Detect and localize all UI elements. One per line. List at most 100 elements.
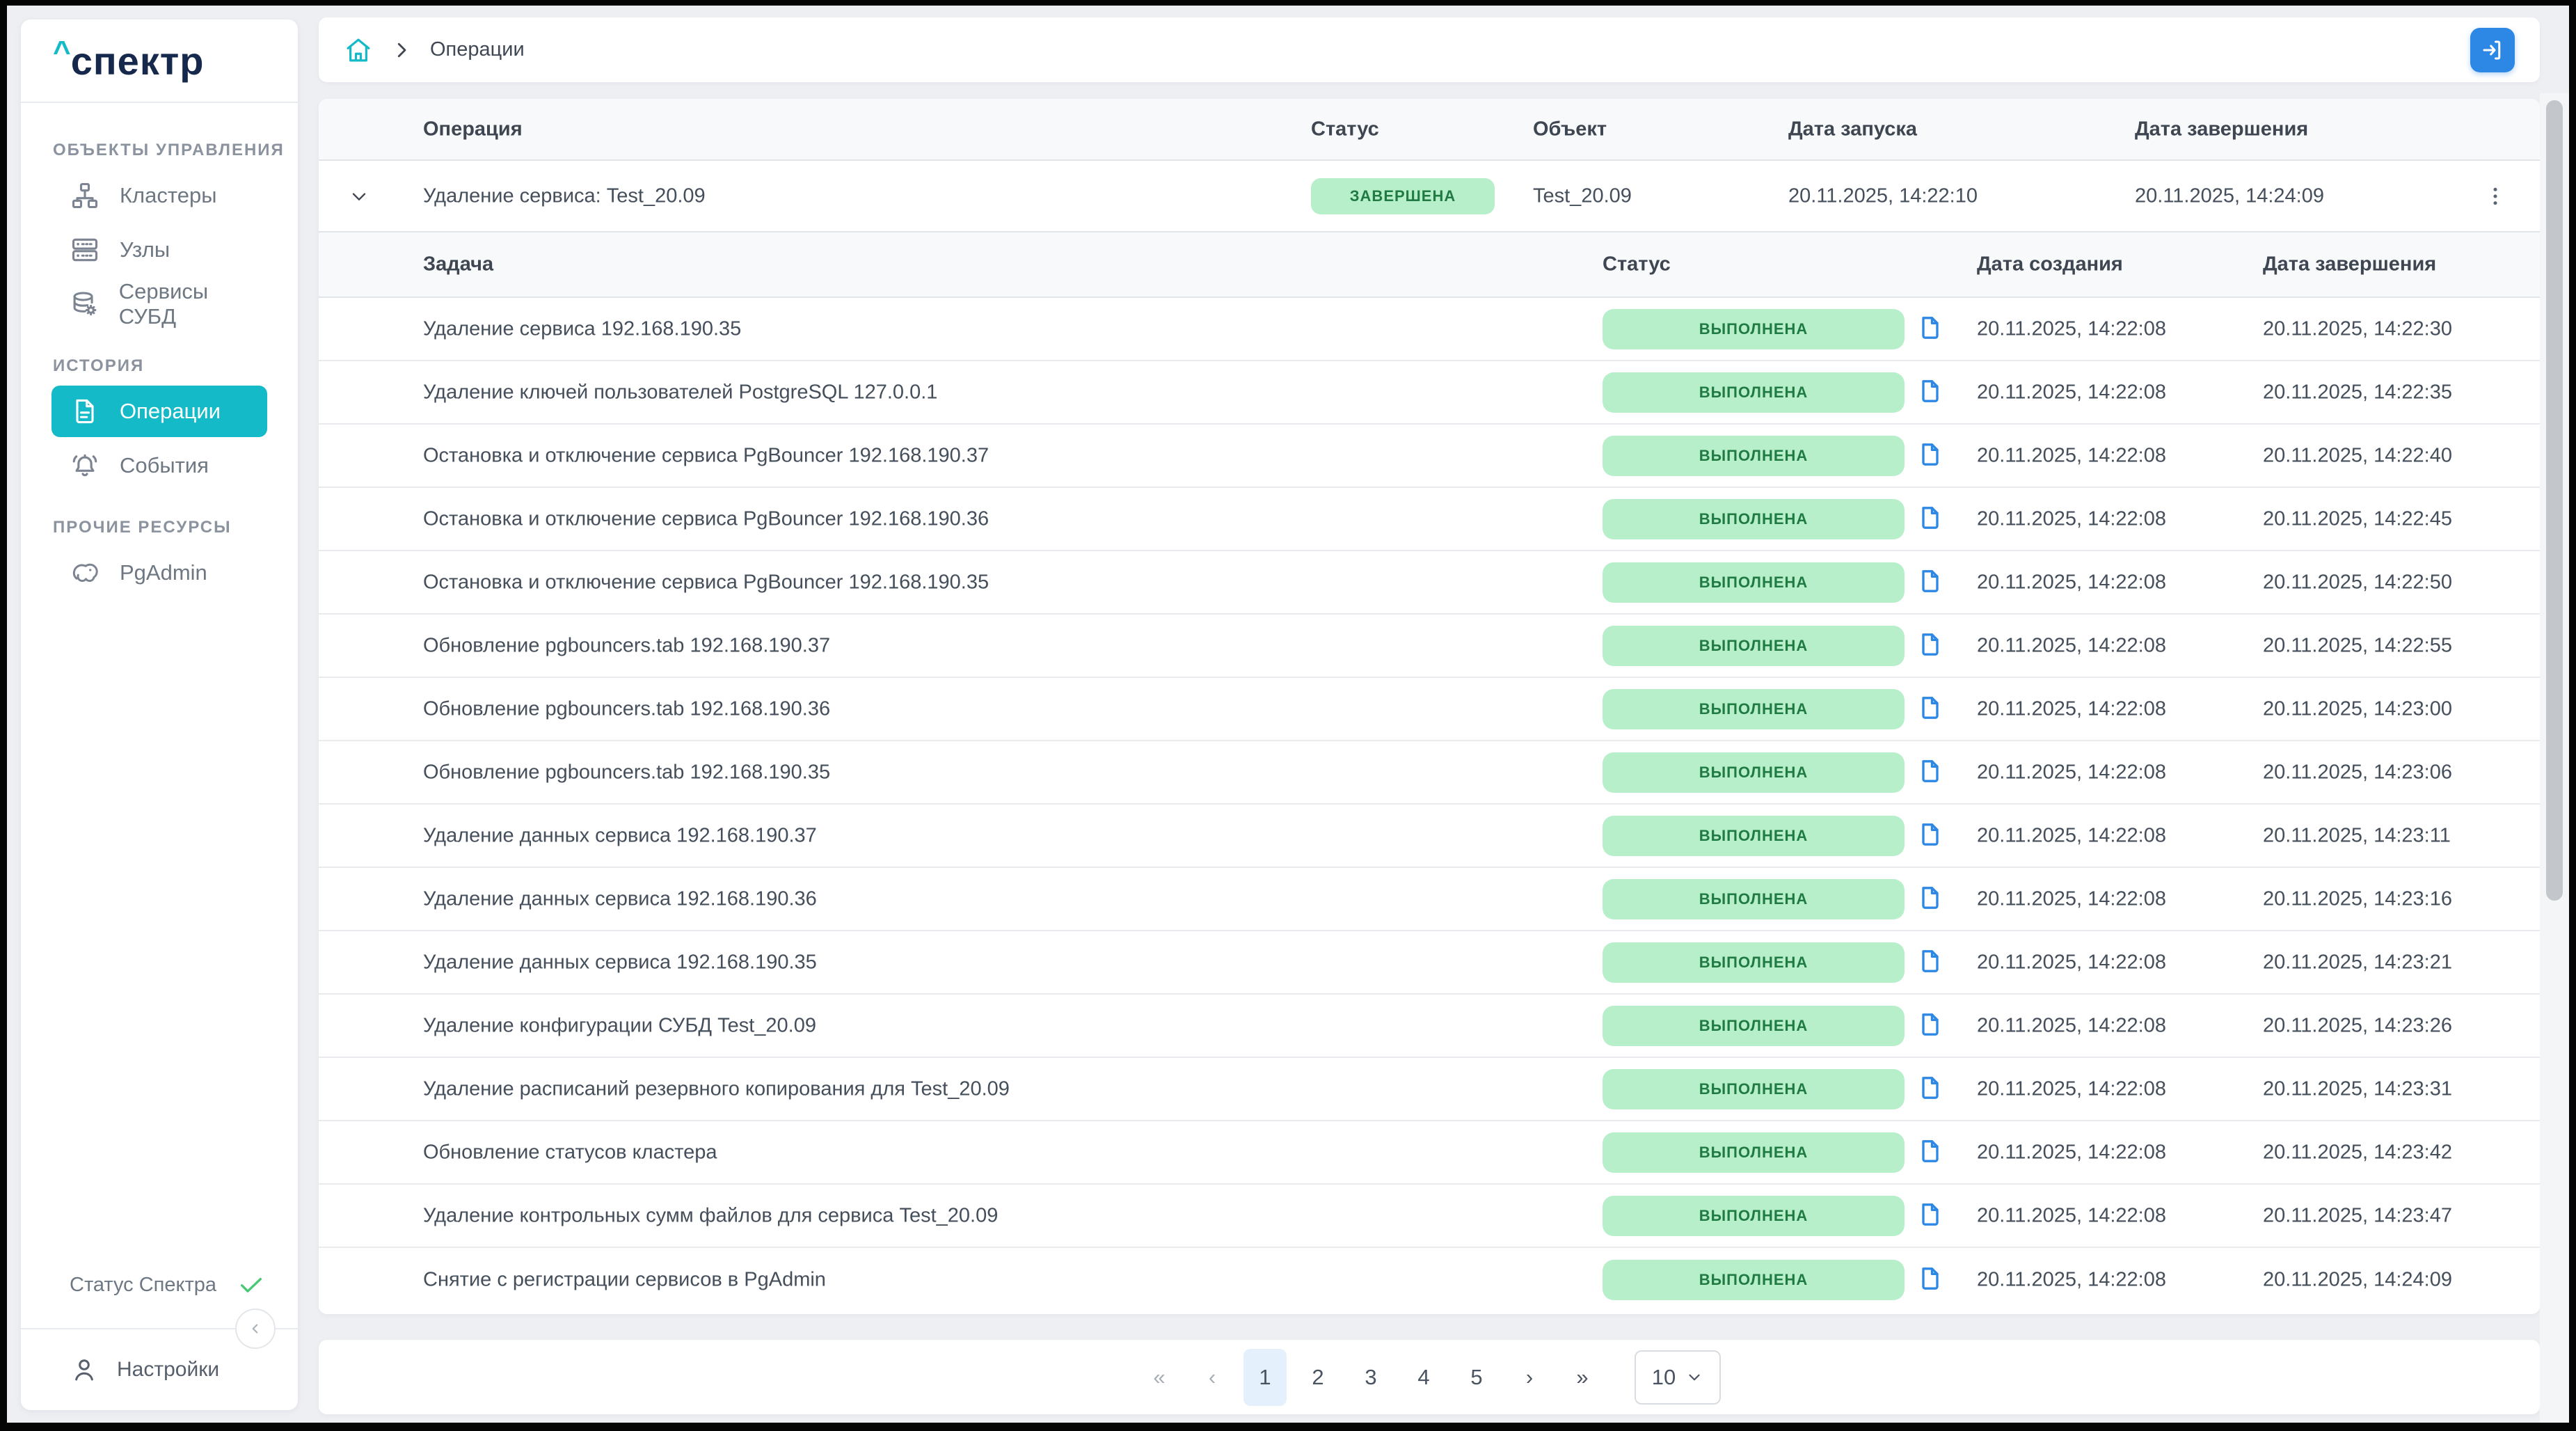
scrollbar-thumb[interactable] xyxy=(2546,100,2563,901)
task-row: Обновление pgbouncers.tab 192.168.190.36… xyxy=(319,678,2540,741)
collapse-operation-button[interactable] xyxy=(348,182,376,210)
task-finished-date: 20.11.2025, 14:23:21 xyxy=(2263,951,2452,974)
logout-button[interactable] xyxy=(2470,28,2515,72)
task-created-date: 20.11.2025, 14:22:08 xyxy=(1977,761,2166,784)
task-status-badge: ВЫПОЛНЕНА xyxy=(1603,499,1905,539)
task-status-badge: ВЫПОЛНЕНА xyxy=(1603,1260,1905,1300)
pagination-pages: 1 2 3 4 5 xyxy=(1243,1349,1498,1406)
task-status-badge: ВЫПОЛНЕНА xyxy=(1603,562,1905,603)
sidebar-item-nodes[interactable]: Узлы xyxy=(51,224,267,276)
col-header-task: Задача xyxy=(423,253,493,276)
operation-status-badge: ЗАВЕРШЕНА xyxy=(1311,178,1495,214)
logo-caret-icon: ^ xyxy=(53,35,71,70)
task-log-file-icon[interactable] xyxy=(1916,504,1944,535)
pagination: « ‹ 1 2 3 4 5 › » 10 xyxy=(1138,1349,1721,1406)
task-log-file-icon[interactable] xyxy=(1916,567,1944,598)
sidebar-item-operations[interactable]: Операции xyxy=(51,386,267,437)
task-finished-date: 20.11.2025, 14:23:31 xyxy=(2263,1077,2452,1100)
operation-menu-button[interactable] xyxy=(2483,181,2513,212)
task-log-file-icon[interactable] xyxy=(1916,821,1944,851)
task-log-file-icon[interactable] xyxy=(1916,947,1944,978)
task-status-badge: ВЫПОЛНЕНА xyxy=(1603,689,1905,729)
sidebar-item-label: Операции xyxy=(120,399,221,424)
pagination-last-button[interactable]: » xyxy=(1561,1349,1604,1406)
sidebar-item-db-services[interactable]: Сервисы СУБД xyxy=(51,278,267,330)
sidebar-item-events[interactable]: События xyxy=(51,440,267,491)
task-created-date: 20.11.2025, 14:22:08 xyxy=(1977,887,2166,910)
pagination-page[interactable]: 3 xyxy=(1349,1349,1392,1406)
home-icon[interactable] xyxy=(344,35,373,65)
sidebar-item-clusters[interactable]: Кластеры xyxy=(51,170,267,221)
chevron-down-icon xyxy=(1685,1368,1703,1386)
kebab-icon xyxy=(2483,184,2513,209)
chevron-left-icon xyxy=(246,1320,264,1338)
task-status-badge: ВЫПОЛНЕНА xyxy=(1603,816,1905,856)
pgadmin-icon xyxy=(70,558,100,588)
col-header-task-status: Статус xyxy=(1603,253,1671,276)
task-log-file-icon[interactable] xyxy=(1916,314,1944,345)
task-row: Остановка и отключение сервиса PgBouncer… xyxy=(319,488,2540,551)
task-status-badge: ВЫПОЛНЕНА xyxy=(1603,1069,1905,1109)
task-name: Обновление pgbouncers.tab 192.168.190.37 xyxy=(423,634,830,657)
task-log-file-icon[interactable] xyxy=(1916,757,1944,788)
sidebar-item-label: Узлы xyxy=(120,237,170,262)
task-created-date: 20.11.2025, 14:22:08 xyxy=(1977,1268,2166,1291)
task-status-badge: ВЫПОЛНЕНА xyxy=(1603,942,1905,983)
pagination-page[interactable]: 1 xyxy=(1243,1349,1287,1406)
spektr-status: Статус Спектра xyxy=(21,1263,298,1307)
pagination-first-button[interactable]: « xyxy=(1138,1349,1181,1406)
task-row: Обновление pgbouncers.tab 192.168.190.37… xyxy=(319,615,2540,678)
pagination-prev-button[interactable]: ‹ xyxy=(1191,1349,1234,1406)
task-status-badge: ВЫПОЛНЕНА xyxy=(1603,1006,1905,1046)
scrollbar-track[interactable] xyxy=(2540,93,2569,1423)
task-created-date: 20.11.2025, 14:22:08 xyxy=(1977,507,2166,530)
app-logo: ^ спектр xyxy=(21,19,298,103)
task-row: Обновление pgbouncers.tab 192.168.190.35… xyxy=(319,741,2540,805)
task-finished-date: 20.11.2025, 14:22:50 xyxy=(2263,571,2452,594)
page-size-select[interactable]: 10 xyxy=(1635,1350,1721,1405)
task-finished-date: 20.11.2025, 14:23:11 xyxy=(2263,824,2451,847)
task-log-file-icon[interactable] xyxy=(1916,377,1944,408)
task-created-date: 20.11.2025, 14:22:08 xyxy=(1977,951,2166,974)
task-row: Удаление данных сервиса 192.168.190.37 В… xyxy=(319,805,2540,868)
sidebar-item-label: Сервисы СУБД xyxy=(119,279,267,329)
task-log-file-icon[interactable] xyxy=(1916,441,1944,471)
pagination-next-button[interactable]: › xyxy=(1508,1349,1551,1406)
chevron-down-icon xyxy=(348,185,376,207)
task-log-file-icon[interactable] xyxy=(1916,1137,1944,1168)
task-finished-date: 20.11.2025, 14:22:35 xyxy=(2263,381,2452,404)
operation-object: Test_20.09 xyxy=(1533,184,1632,207)
sidebar-bottom: Статус Спектра xyxy=(21,1263,298,1410)
task-finished-date: 20.11.2025, 14:23:42 xyxy=(2263,1141,2452,1164)
pagination-page[interactable]: 5 xyxy=(1455,1349,1498,1406)
task-log-file-icon[interactable] xyxy=(1916,694,1944,725)
col-header-operation: Операция xyxy=(423,118,523,141)
task-name: Удаление контрольных сумм файлов для сер… xyxy=(423,1204,998,1227)
sidebar-item-pgadmin[interactable]: PgAdmin xyxy=(51,547,267,599)
sidebar-collapse-button[interactable] xyxy=(235,1309,276,1349)
pagination-card: « ‹ 1 2 3 4 5 › » 10 xyxy=(319,1340,2540,1414)
task-finished-date: 20.11.2025, 14:23:26 xyxy=(2263,1014,2452,1037)
pagination-page[interactable]: 4 xyxy=(1402,1349,1445,1406)
sidebar-item-label: Кластеры xyxy=(120,183,217,208)
task-log-file-icon[interactable] xyxy=(1916,631,1944,661)
task-finished-date: 20.11.2025, 14:23:47 xyxy=(2263,1204,2452,1227)
task-name: Обновление статусов кластера xyxy=(423,1141,717,1164)
task-log-file-icon[interactable] xyxy=(1916,1201,1944,1231)
pagination-page[interactable]: 2 xyxy=(1296,1349,1339,1406)
task-log-file-icon[interactable] xyxy=(1916,1265,1944,1295)
task-finished-date: 20.11.2025, 14:23:06 xyxy=(2263,761,2452,784)
breadcrumb: Операции xyxy=(430,38,525,61)
task-created-date: 20.11.2025, 14:22:08 xyxy=(1977,697,2166,720)
task-finished-date: 20.11.2025, 14:22:30 xyxy=(2263,317,2452,340)
task-row: Остановка и отключение сервиса PgBouncer… xyxy=(319,425,2540,488)
task-status-badge: ВЫПОЛНЕНА xyxy=(1603,1132,1905,1173)
task-name: Обновление pgbouncers.tab 192.168.190.35 xyxy=(423,761,830,784)
task-log-file-icon[interactable] xyxy=(1916,1011,1944,1041)
user-icon xyxy=(70,1355,99,1384)
col-header-finish-date: Дата завершения xyxy=(2135,118,2308,141)
task-log-file-icon[interactable] xyxy=(1916,884,1944,915)
task-log-file-icon[interactable] xyxy=(1916,1074,1944,1105)
task-name: Обновление pgbouncers.tab 192.168.190.36 xyxy=(423,697,830,720)
sidebar-nav: ОБЪЕКТЫ УПРАВЛЕНИЯ Кластеры xyxy=(21,103,298,601)
